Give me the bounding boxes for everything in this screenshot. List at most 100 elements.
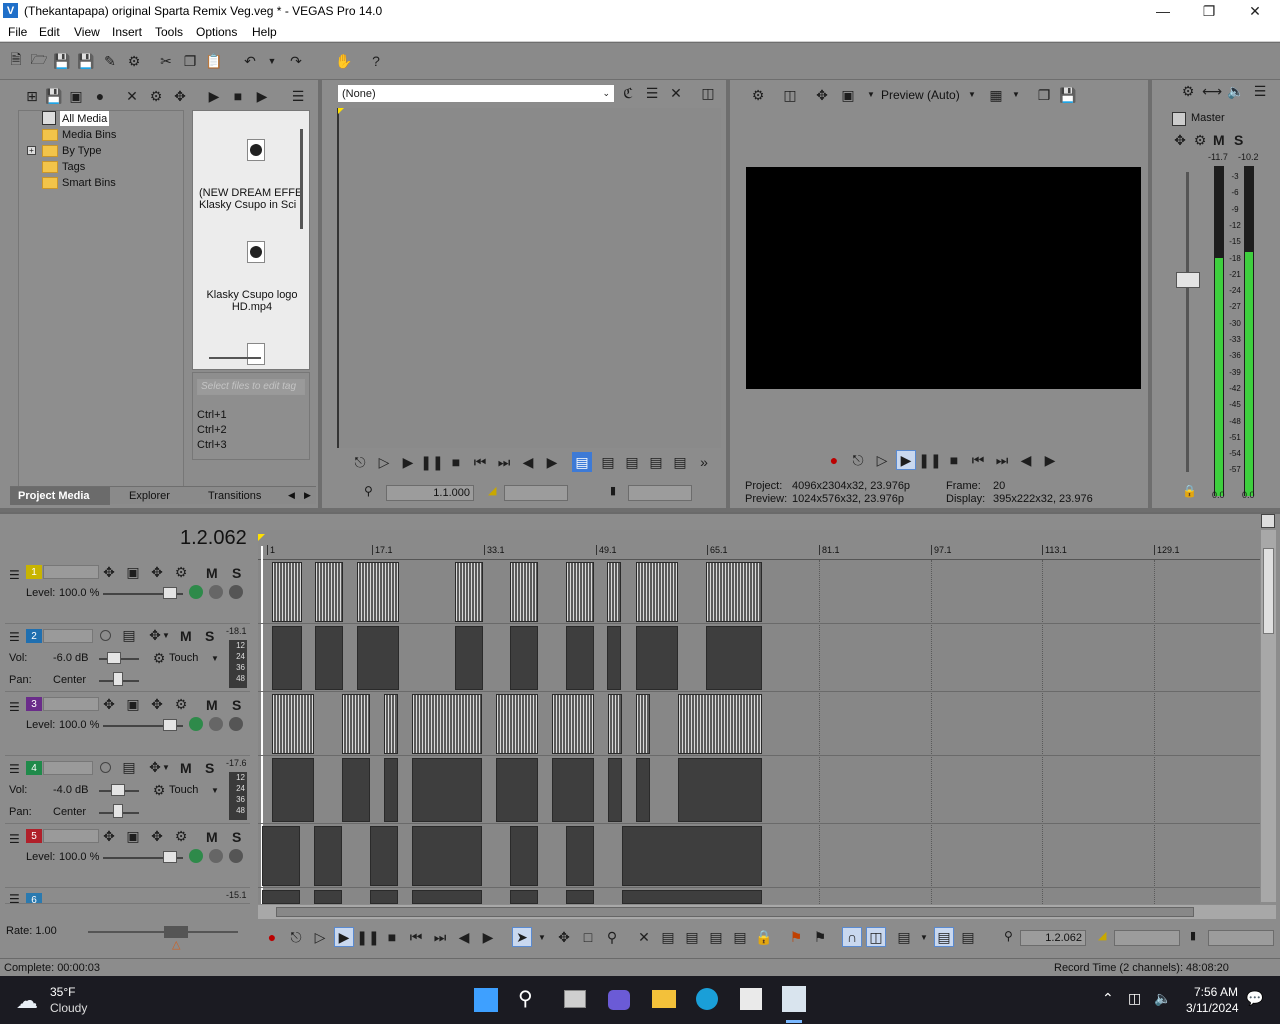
paste-icon[interactable]: 📋 xyxy=(204,51,224,71)
vol-value[interactable]: -4.0 dB xyxy=(53,784,88,796)
media-file-1[interactable]: (NEW DREAM EFFE Klasky Csupo in Sci xyxy=(199,187,305,211)
chevron-down-icon[interactable]: ▼ xyxy=(162,763,170,772)
maximize-button[interactable]: ❐ xyxy=(1186,0,1232,22)
automation-mode[interactable]: Touch xyxy=(169,784,198,796)
level-slider-handle[interactable] xyxy=(163,719,177,731)
track-area[interactable] xyxy=(258,560,1260,904)
play-icon[interactable]: ▶ xyxy=(398,452,418,472)
media-list-hscrollbar[interactable] xyxy=(209,357,261,359)
undo-dropdown-icon[interactable]: ▼ xyxy=(262,51,282,71)
track-fx-gear-icon[interactable]: ⚙ xyxy=(171,562,191,582)
mute-button[interactable]: M xyxy=(180,628,192,644)
teams-icon[interactable] xyxy=(608,990,630,1010)
track-icon[interactable] xyxy=(209,585,223,599)
track-collapse-icon[interactable]: ☰ xyxy=(9,832,20,846)
region-icon[interactable]: ⚑ xyxy=(810,927,830,947)
help-icon[interactable]: ? xyxy=(366,51,386,71)
record-icon[interactable]: ● xyxy=(824,450,844,470)
remove-media-icon[interactable]: ✕ xyxy=(122,86,142,106)
mute-button[interactable]: M xyxy=(206,697,218,713)
pause-icon[interactable]: ❚❚ xyxy=(918,450,941,470)
chevron-down-icon[interactable]: ▼ xyxy=(920,933,928,942)
trim-icon[interactable]: ▤ xyxy=(658,927,678,947)
solo-button[interactable]: S xyxy=(232,829,241,845)
search-icon[interactable]: ⚲ xyxy=(518,986,533,1011)
arm-record-icon[interactable] xyxy=(100,762,111,773)
track-header-1[interactable]: ☰ 1 ✥ ▣ ✥ ⚙ M S Level: 100.0 % xyxy=(5,560,250,624)
fit-icon[interactable]: ▤ xyxy=(646,452,666,472)
redo-icon[interactable]: ↷ xyxy=(286,51,306,71)
solo-button[interactable]: S xyxy=(205,760,214,776)
level-slider-handle[interactable] xyxy=(163,851,177,863)
clock-date[interactable]: 3/11/2024 xyxy=(1186,1001,1239,1015)
volume-slider-handle[interactable] xyxy=(111,784,125,796)
expand-icon[interactable]: + xyxy=(27,146,36,155)
level-value[interactable]: 100.0 % xyxy=(59,851,99,863)
play-icon[interactable]: ▶ xyxy=(896,450,916,470)
import-media-icon[interactable]: ⊞ xyxy=(22,86,42,106)
file-explorer-icon[interactable] xyxy=(652,990,676,1008)
compositing-parent-icon[interactable]: ✥ xyxy=(147,562,167,582)
vegas-taskbar-icon[interactable] xyxy=(782,986,806,1012)
overwrite-icon[interactable]: ▤ xyxy=(572,452,592,472)
tag-input[interactable]: Select files to edit tag xyxy=(197,379,305,395)
menu-edit[interactable]: Edit xyxy=(39,25,60,39)
tab-scroll-left-icon[interactable]: ◀ xyxy=(288,490,295,501)
rate-slider-handle[interactable] xyxy=(164,926,188,938)
tab-transitions[interactable]: Transitions xyxy=(208,490,261,502)
pan-slider-handle[interactable] xyxy=(113,672,123,686)
zoom-tool-icon[interactable]: ⚲ xyxy=(602,927,622,947)
automation-mode[interactable]: Touch xyxy=(169,652,198,664)
track-collapse-icon[interactable]: ☰ xyxy=(9,700,20,714)
ignore-grouping-icon[interactable]: ▤ xyxy=(958,927,978,947)
timeline-timecode[interactable]: 1.2.062 xyxy=(1020,930,1086,946)
trim-start-icon[interactable]: ▤ xyxy=(682,927,702,947)
menu-help[interactable]: Help xyxy=(252,25,277,39)
go-to-start-icon[interactable]: ⏮ xyxy=(470,452,490,472)
tree-item-all-media[interactable]: All Media xyxy=(60,111,110,126)
hand-tool-icon[interactable]: ✋ xyxy=(334,51,354,71)
go-to-end-icon[interactable]: ⏭ xyxy=(992,450,1012,470)
prev-frame-icon[interactable]: ◀ xyxy=(518,452,538,472)
play-from-start-icon[interactable]: ▷ xyxy=(310,927,330,947)
media-file-icon[interactable] xyxy=(247,139,265,161)
lock-icon[interactable]: 🔒 xyxy=(754,927,774,947)
grid-icon[interactable]: ▦ xyxy=(986,85,1006,105)
composite-mode-icon[interactable]: ▣ xyxy=(123,826,143,846)
prev-frame-icon[interactable]: ◀ xyxy=(454,927,474,947)
marker-icon[interactable]: ⚑ xyxy=(786,927,806,947)
go-to-start-icon[interactable]: ⏮ xyxy=(406,927,426,947)
more-chevron-icon[interactable]: » xyxy=(694,452,714,472)
master-solo-button[interactable]: S xyxy=(1234,132,1243,148)
composite-mode-icon[interactable]: ▣ xyxy=(123,694,143,714)
track-collapse-icon[interactable]: ☰ xyxy=(9,762,20,776)
track-icon[interactable] xyxy=(209,849,223,863)
arm-record-icon[interactable] xyxy=(100,630,111,641)
play-icon[interactable]: ▶ xyxy=(334,927,354,947)
level-value[interactable]: 100.0 % xyxy=(59,719,99,731)
tab-project-media-label[interactable]: Project Media xyxy=(18,490,90,502)
volume-icon[interactable]: 🔈 xyxy=(1154,990,1171,1007)
mute-button[interactable]: M xyxy=(180,760,192,776)
loop-icon[interactable]: ⎋ xyxy=(286,927,306,947)
go-to-end-icon[interactable]: ⏭ xyxy=(430,927,450,947)
cut-icon[interactable]: ✂ xyxy=(156,51,176,71)
tree-item-by-type[interactable]: By Type xyxy=(42,143,102,158)
next-frame-icon[interactable]: ▶ xyxy=(542,452,562,472)
menu-file[interactable]: File xyxy=(8,25,27,39)
mute-button[interactable]: M xyxy=(206,565,218,581)
weather-condition[interactable]: Cloudy xyxy=(50,1001,87,1015)
track-header-6[interactable]: ☰ 6 -15.1 xyxy=(5,888,250,904)
stop-icon[interactable]: ■ xyxy=(382,927,402,947)
insert-icon[interactable]: ▤ xyxy=(598,452,618,472)
playhead[interactable] xyxy=(261,546,263,904)
views-icon[interactable]: ☰ xyxy=(288,86,308,106)
prev-frame-icon[interactable]: ◀ xyxy=(1016,450,1036,470)
tab-explorer[interactable]: Explorer xyxy=(129,490,170,502)
trim-end-icon[interactable]: ▤ xyxy=(706,927,726,947)
chevron-down-icon[interactable]: ▼ xyxy=(162,631,170,640)
media-file-icon[interactable] xyxy=(247,241,265,263)
master-fader-handle[interactable] xyxy=(1176,272,1200,288)
snap-magnet-icon[interactable]: ∩ xyxy=(842,927,862,947)
stop-icon[interactable]: ■ xyxy=(446,452,466,472)
